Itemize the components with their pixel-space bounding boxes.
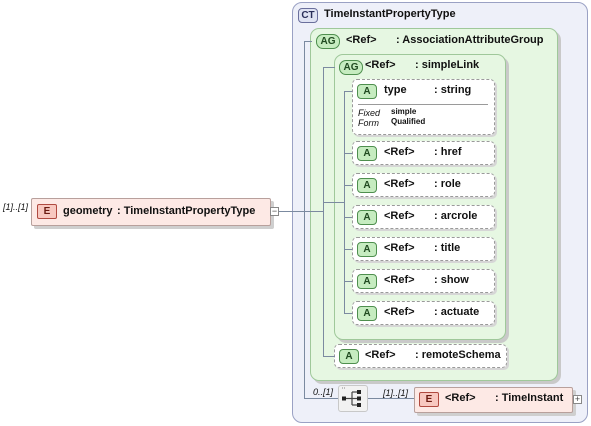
association-group-badge: AG	[316, 34, 340, 49]
attribute-title-badge: A	[357, 242, 377, 257]
collapse-toggle[interactable]: −	[270, 207, 279, 216]
attribute-remote-schema-badge: A	[339, 349, 359, 364]
connector-ag-vertical	[323, 67, 324, 356]
connector-to-simplelink	[323, 67, 335, 68]
connector-show	[344, 281, 352, 282]
attribute-show-ref: <Ref>	[384, 274, 415, 286]
association-group-name: : AssociationAttributeGroup	[396, 34, 544, 46]
attribute-type-name: type	[384, 84, 407, 96]
attribute-role-name: : role	[434, 178, 461, 190]
connector-role	[344, 185, 352, 186]
connector-to-remoteschema	[323, 356, 335, 357]
connector-to-timeinstant	[368, 398, 414, 399]
sequence-compositor[interactable]	[338, 385, 368, 412]
attribute-href-ref: <Ref>	[384, 146, 415, 158]
connector-ct-vertical	[304, 41, 305, 398]
attribute-arcrole-ref: <Ref>	[384, 210, 415, 222]
timeinstant-cardinality: [1]..[1]	[383, 388, 409, 398]
attribute-remote-schema-ref: <Ref>	[365, 349, 396, 361]
attribute-actuate-ref: <Ref>	[384, 306, 415, 318]
fixed-label: Fixed	[358, 108, 381, 118]
connector-type	[344, 91, 352, 92]
attribute-actuate-badge: A	[357, 306, 377, 321]
attribute-actuate-name: : actuate	[434, 306, 480, 318]
connector-sl-in	[323, 202, 344, 203]
sequence-cardinality: 0..[1]	[313, 387, 334, 397]
connector-actuate	[344, 313, 352, 314]
attribute-role-badge: A	[357, 178, 377, 193]
expand-toggle[interactable]: +	[573, 395, 582, 404]
connector-href	[344, 153, 352, 154]
attribute-role-ref: <Ref>	[384, 178, 415, 190]
fixed-value: simple	[391, 107, 417, 116]
attribute-remote-schema-name: : remoteSchema	[415, 349, 501, 361]
connector-title	[344, 249, 352, 250]
attribute-type-badge: A	[357, 84, 377, 99]
timeinstant-name: : TimeInstant	[495, 392, 564, 404]
sequence-icon	[342, 387, 361, 407]
connector-to-sequence	[304, 398, 338, 399]
simple-link-name: : simpleLink	[415, 59, 480, 71]
attribute-title-name: : title	[434, 242, 461, 254]
timeinstant-ref: <Ref>	[445, 392, 476, 404]
attribute-href-name: : href	[434, 146, 462, 158]
timeinstant-badge: E	[419, 392, 439, 407]
attribute-show-badge: A	[357, 274, 377, 289]
complex-type-name: TimeInstantPropertyType	[324, 8, 456, 20]
attribute-title-ref: <Ref>	[384, 242, 415, 254]
complex-type-badge: CT	[298, 8, 318, 23]
attribute-arcrole-name: : arcrole	[434, 210, 478, 222]
simple-link-ref: <Ref>	[365, 59, 396, 71]
attribute-show-name: : show	[434, 274, 469, 286]
form-value: Qualified	[391, 117, 426, 126]
connector-arcrole	[344, 217, 352, 218]
root-element-name: geometry	[63, 205, 113, 217]
root-element-badge: E	[37, 204, 57, 219]
attribute-href-badge: A	[357, 146, 377, 161]
root-element-type: : TimeInstantPropertyType	[117, 205, 256, 217]
connector-ag-in	[304, 211, 323, 212]
simple-link-badge: AG	[339, 60, 363, 75]
connector-root	[278, 211, 292, 212]
root-cardinality: [1]..[1]	[3, 202, 29, 212]
connector-to-ag	[304, 41, 312, 42]
attribute-arcrole-badge: A	[357, 210, 377, 225]
association-group-ref: <Ref>	[346, 34, 377, 46]
connector-ct-trunk	[292, 211, 304, 212]
attribute-type-type: : string	[434, 84, 472, 96]
form-label: Form	[358, 118, 379, 128]
attribute-type-divider	[358, 104, 488, 105]
